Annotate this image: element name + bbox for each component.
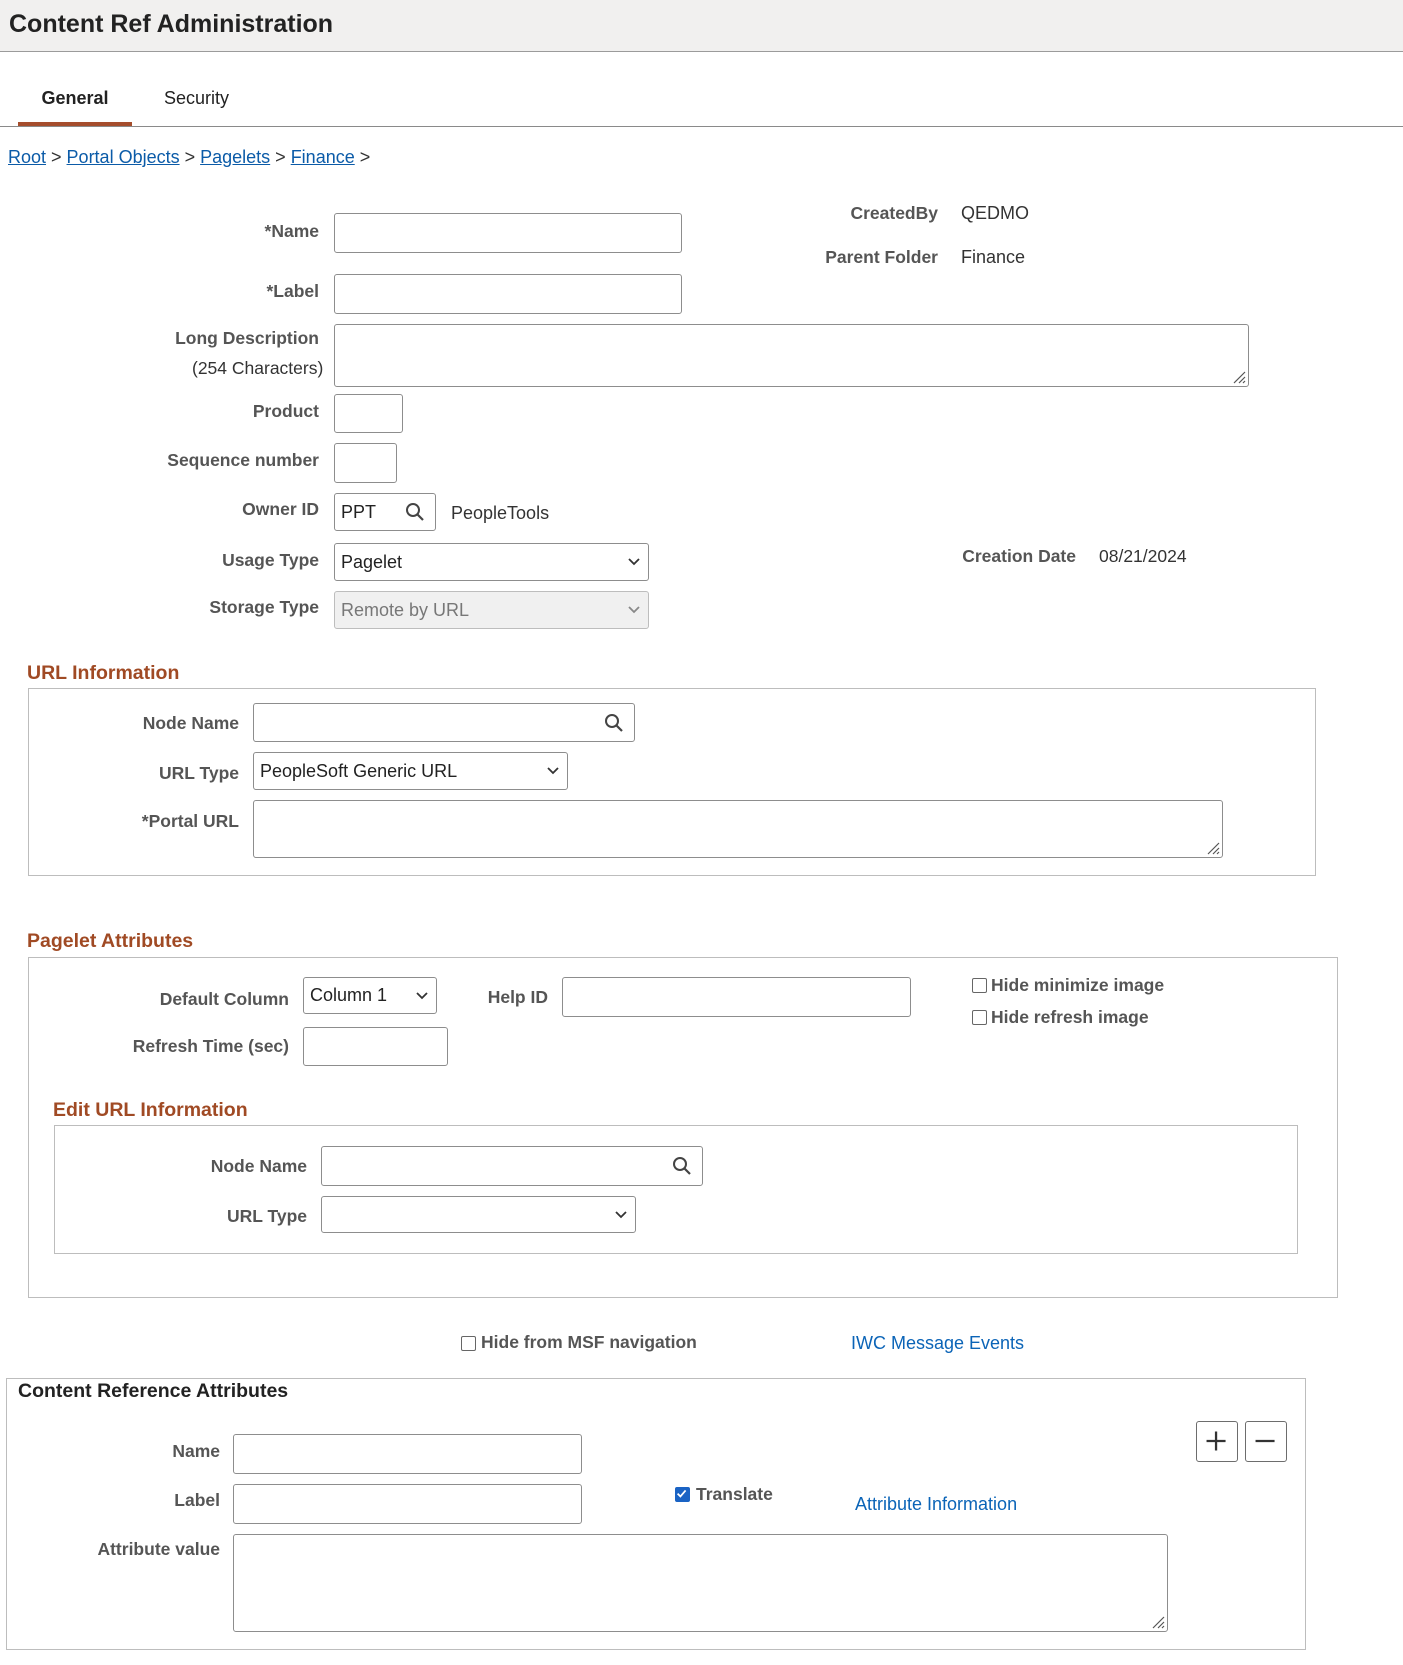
url-type-label: URL Type (158, 763, 239, 783)
cref-label-label: Label (174, 1490, 220, 1510)
resize-grip-icon[interactable] (1149, 1613, 1165, 1629)
created-by-label: CreatedBy (850, 203, 938, 223)
owner-id-input[interactable]: PPT (334, 493, 436, 531)
resize-grip-icon[interactable] (1204, 839, 1220, 855)
long-description-hint: (254 Characters) (192, 358, 324, 378)
url-node-name-input[interactable] (253, 703, 635, 742)
translate-checkbox[interactable] (675, 1487, 690, 1502)
search-icon[interactable] (405, 502, 425, 522)
creation-date-label: Creation Date (962, 546, 1076, 566)
cref-name-input[interactable] (233, 1434, 582, 1474)
portal-url-label: *Portal URL (141, 811, 239, 831)
breadcrumb-portal-objects-link[interactable]: Portal Objects (67, 147, 180, 167)
default-column-select[interactable]: Column 1 (303, 977, 437, 1014)
add-row-button[interactable] (1196, 1421, 1238, 1462)
breadcrumb-separator: > (184, 147, 196, 167)
iwc-message-events-link[interactable]: IWC Message Events (851, 1333, 1024, 1354)
chevron-down-icon (547, 767, 559, 775)
breadcrumb-separator: > (275, 147, 286, 167)
long-description-label: Long Description (175, 328, 319, 348)
edit-url-information-heading: Edit URL Information (53, 1099, 248, 1121)
delete-row-button[interactable] (1245, 1421, 1287, 1462)
breadcrumb-pagelets-link[interactable]: Pagelets (200, 147, 270, 167)
search-icon[interactable] (604, 713, 624, 733)
breadcrumb-root-link[interactable]: Root (8, 147, 46, 167)
edit-url-information-section (54, 1125, 1298, 1254)
default-column-value: Column 1 (310, 985, 388, 1005)
hide-refresh-checkbox[interactable] (972, 1010, 987, 1025)
hide-from-msf-checkbox[interactable] (461, 1336, 476, 1351)
content-reference-attributes-heading: Content Reference Attributes (18, 1380, 289, 1402)
url-type-value: PeopleSoft Generic URL (260, 760, 458, 781)
sequence-number-input[interactable] (334, 443, 397, 483)
help-id-label: Help ID (487, 987, 548, 1007)
edit-url-type-label: URL Type (226, 1206, 307, 1226)
page-title: Content Ref Administration (9, 10, 334, 38)
breadcrumb: Root > Portal Objects > Pagelets > Finance > (8, 147, 375, 168)
tab-divider (0, 126, 1403, 127)
url-node-name-label: Node Name (142, 713, 239, 733)
name-label: *Name (264, 221, 319, 241)
edit-url-node-name-label: Node Name (210, 1156, 307, 1176)
hide-refresh-label: Hide refresh image (991, 1007, 1149, 1027)
long-description-textarea[interactable] (334, 324, 1249, 387)
chevron-down-icon (628, 606, 640, 614)
breadcrumb-finance-link[interactable]: Finance (291, 147, 355, 167)
parent-folder-label: Parent Folder (825, 247, 938, 267)
cref-name-label: Name (172, 1441, 220, 1461)
chevron-down-icon (628, 558, 640, 566)
edit-url-node-name-input[interactable] (321, 1146, 703, 1186)
tab-security[interactable]: Security (164, 88, 229, 109)
edit-url-type-select[interactable] (321, 1196, 636, 1233)
owner-id-description: PeopleTools (451, 503, 550, 523)
tab-general[interactable]: General (18, 88, 132, 126)
storage-type-label: Storage Type (209, 597, 319, 617)
translate-label: Translate (696, 1484, 773, 1504)
attribute-value-label: Attribute value (97, 1539, 220, 1559)
chevron-down-icon (615, 1210, 627, 1218)
storage-type-select: Remote by URL (334, 591, 649, 629)
help-id-input[interactable] (562, 977, 911, 1017)
checkmark-icon (676, 1489, 687, 1498)
product-label: Product (252, 401, 319, 421)
breadcrumb-separator: > (359, 147, 371, 167)
minus-icon (1255, 1439, 1275, 1443)
portal-url-textarea[interactable] (253, 800, 1223, 858)
plus-icon (1206, 1431, 1226, 1451)
storage-type-value: Remote by URL (341, 599, 470, 620)
attribute-value-textarea[interactable] (233, 1534, 1168, 1632)
hide-minimize-label: Hide minimize image (991, 975, 1165, 995)
creation-date-value: 08/21/2024 (1099, 546, 1187, 566)
owner-id-label: Owner ID (242, 499, 319, 519)
created-by-value: QEDMO (961, 203, 1030, 223)
label-input[interactable] (334, 274, 682, 314)
url-type-select[interactable]: PeopleSoft Generic URL (253, 752, 568, 790)
hide-minimize-checkbox[interactable] (972, 978, 987, 993)
sequence-number-label: Sequence number (167, 450, 319, 470)
refresh-time-input[interactable] (303, 1027, 448, 1066)
usage-type-select[interactable]: Pagelet (334, 543, 649, 581)
default-column-label: Default Column (159, 989, 289, 1009)
hide-from-msf-label: Hide from MSF navigation (481, 1332, 697, 1352)
usage-type-label: Usage Type (222, 550, 319, 570)
search-icon[interactable] (672, 1156, 692, 1176)
chevron-down-icon (416, 991, 428, 999)
attribute-information-link[interactable]: Attribute Information (855, 1494, 1017, 1515)
parent-folder-value: Finance (961, 247, 1026, 267)
owner-id-value: PPT (341, 501, 377, 522)
label-label: *Label (266, 281, 319, 301)
product-input[interactable] (334, 394, 403, 433)
refresh-time-label: Refresh Time (sec) (132, 1036, 289, 1056)
resize-grip-icon[interactable] (1230, 368, 1246, 384)
pagelet-attributes-heading: Pagelet Attributes (27, 930, 194, 952)
name-input[interactable] (334, 213, 682, 253)
cref-label-input[interactable] (233, 1484, 582, 1524)
usage-type-value: Pagelet (341, 551, 403, 572)
url-information-heading: URL Information (27, 662, 180, 684)
breadcrumb-separator: > (51, 147, 62, 167)
